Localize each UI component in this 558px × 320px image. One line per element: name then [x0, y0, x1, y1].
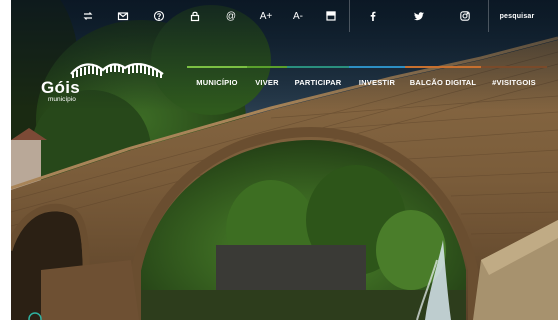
nav-accent-line	[187, 66, 247, 68]
nav-accent-line	[247, 66, 287, 68]
nav-accent-line	[481, 66, 547, 68]
font-decrease-label: A-	[293, 10, 303, 22]
nav-item-visitgois[interactable]: #VISITGOIS	[481, 66, 547, 90]
contrast-icon[interactable]	[313, 0, 349, 32]
nav-item-label: INVESTIR	[358, 78, 396, 87]
nav-item-label: #VISITGOIS	[492, 78, 536, 87]
nav-item-participar[interactable]: PARTICIPAR	[287, 66, 349, 90]
nav-item-label: BALCÃO DIGITAL	[409, 78, 477, 87]
nav-accent-line	[405, 66, 481, 68]
increase-font-button[interactable]: A+	[249, 0, 283, 32]
nav-item-municipio[interactable]: MUNICÍPIO	[187, 66, 247, 90]
scroll-indicator-icon[interactable]	[28, 312, 42, 320]
nav-item-label: VIVER	[255, 78, 279, 87]
nav-item-viver[interactable]: VIVER	[247, 66, 287, 90]
logo-subtitle: município	[48, 96, 76, 103]
nav-item-investir[interactable]: INVESTIR	[349, 66, 405, 90]
nav-accent-line	[349, 66, 405, 68]
lock-icon[interactable]	[177, 0, 213, 32]
nav-accent-line	[287, 66, 349, 68]
page-container: @ A+ A- pesquisar Góis município MUNICÍP…	[11, 0, 558, 320]
refresh-icon[interactable]	[71, 0, 105, 32]
logo-title: Góis	[41, 78, 80, 97]
font-increase-label: A+	[259, 10, 273, 22]
accessibility-at-button[interactable]: @	[213, 0, 249, 32]
facebook-icon[interactable]	[350, 0, 396, 32]
top-utility-bar: @ A+ A- pesquisar	[71, 0, 558, 32]
at-label: @	[225, 10, 237, 22]
nav-item-label: MUNICÍPIO	[196, 78, 238, 87]
main-nav: MUNICÍPIO VIVER PARTICIPAR INVESTIR BALC…	[187, 66, 547, 90]
instagram-icon[interactable]	[442, 0, 488, 32]
bridge-logo-icon	[70, 62, 164, 78]
nav-item-balcao-digital[interactable]: BALCÃO DIGITAL	[405, 66, 481, 90]
mail-icon[interactable]	[105, 0, 141, 32]
decrease-font-button[interactable]: A-	[283, 0, 313, 32]
help-icon[interactable]	[141, 0, 177, 32]
hero-background-image	[11, 0, 558, 320]
nav-item-label: PARTICIPAR	[294, 78, 342, 87]
search-button[interactable]: pesquisar	[489, 0, 545, 32]
twitter-icon[interactable]	[396, 0, 442, 32]
search-label: pesquisar	[499, 12, 535, 20]
